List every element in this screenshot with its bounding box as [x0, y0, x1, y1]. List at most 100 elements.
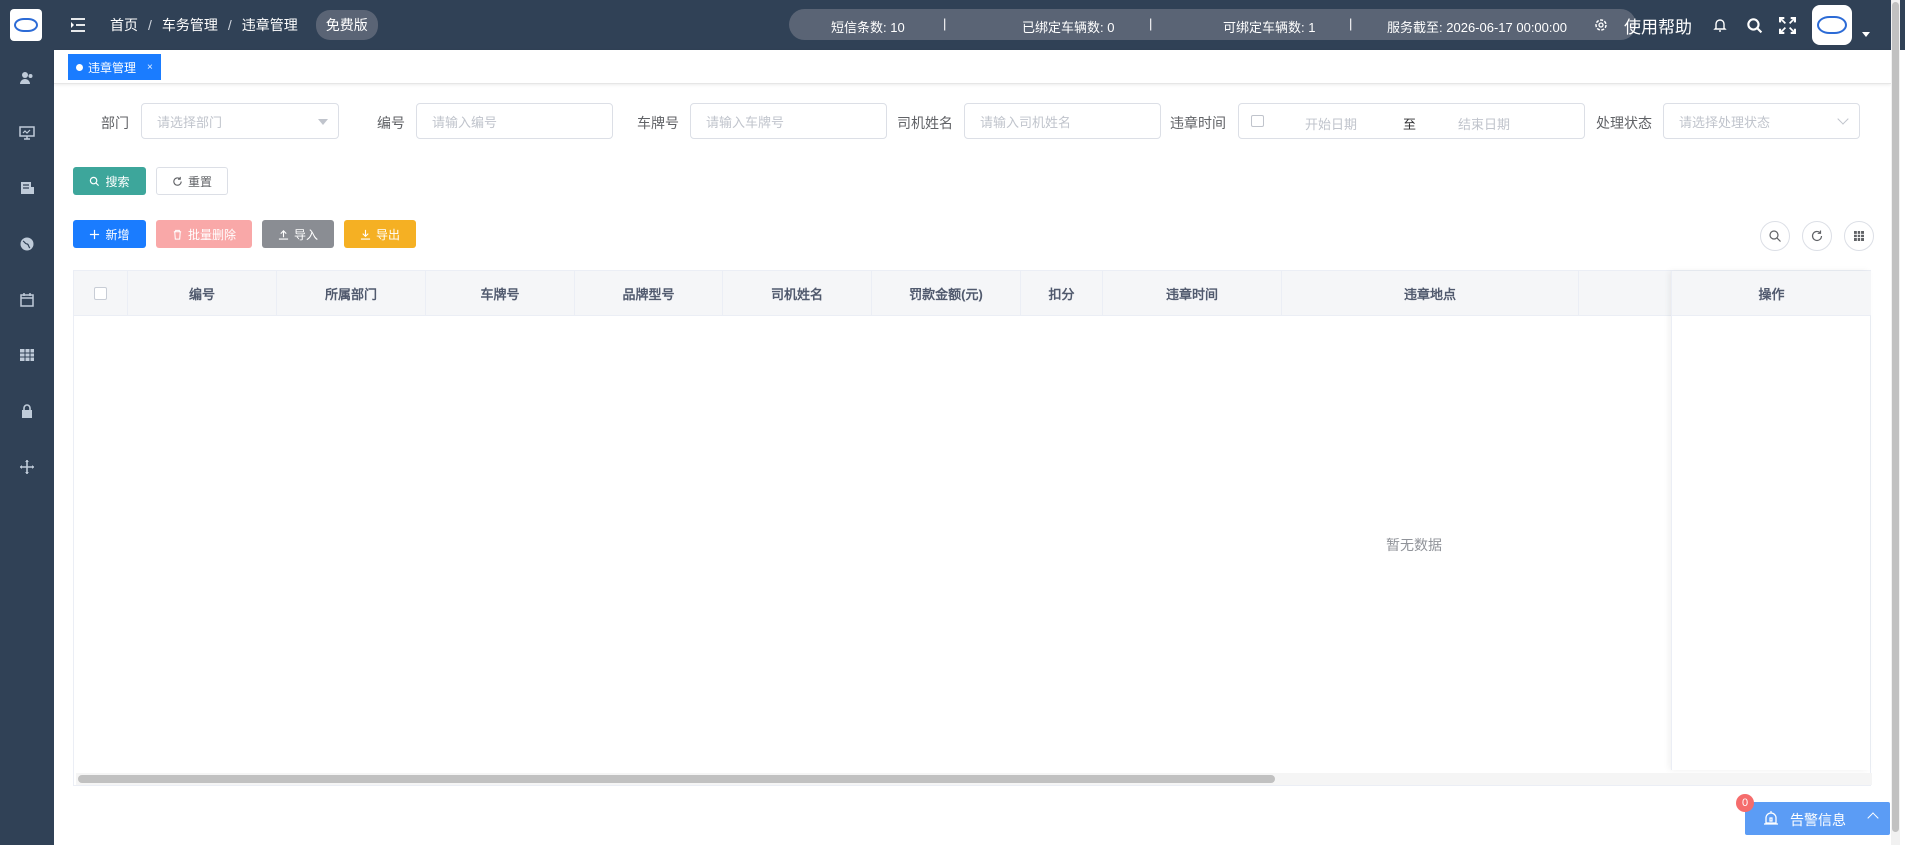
driver-input[interactable]: 请输入司机姓名 [964, 103, 1161, 139]
grid-icon [1854, 231, 1864, 241]
bound-vehicles-value: 0 [1107, 20, 1115, 35]
violation-date-range[interactable]: 开始日期 至 结束日期 [1238, 103, 1585, 139]
batch-delete-button[interactable]: 批量删除 [156, 220, 252, 248]
breadcrumb-separator: / [148, 17, 152, 33]
columns-button[interactable] [1844, 221, 1874, 251]
bindable-vehicles: 可绑定车辆数: 1 [1223, 17, 1315, 36]
search-icon [90, 176, 100, 186]
trash-icon [173, 229, 182, 240]
code-input[interactable]: 请输入编号 [416, 103, 613, 139]
column-header[interactable]: 司机姓名 [723, 271, 872, 316]
import-button[interactable]: 导入 [262, 220, 334, 248]
tag-label: 违章管理 [88, 60, 137, 75]
stats-separator: | [1149, 16, 1153, 31]
dept-select[interactable]: 请选择部门 [141, 103, 339, 139]
caret-down-icon [318, 119, 328, 125]
service-expiry: 服务截至: 2026-06-17 00:00:00 [1387, 17, 1567, 36]
doc-icon[interactable] [17, 178, 37, 198]
refresh-icon [173, 176, 182, 186]
driver-placeholder: 请输入司机姓名 [980, 114, 1072, 130]
bindable-vehicles-value: 1 [1308, 20, 1316, 35]
column-header[interactable]: 车牌号 [426, 271, 575, 316]
dept-label: 部门 [101, 115, 129, 131]
end-date-placeholder[interactable]: 结束日期 [1458, 114, 1510, 133]
user-menu-caret-icon[interactable] [1862, 32, 1870, 37]
search-icon[interactable] [1743, 14, 1765, 36]
move-icon[interactable] [17, 457, 37, 477]
calendar-icon [1251, 115, 1264, 127]
export-button-label: 导出 [375, 227, 400, 242]
hamburger-icon[interactable] [68, 15, 88, 35]
app-logo[interactable] [10, 9, 42, 41]
scrollbar-thumb[interactable] [1892, 2, 1899, 832]
bell-icon[interactable] [1709, 14, 1731, 36]
breadcrumb-home[interactable]: 首页 [110, 15, 138, 35]
globe-icon[interactable] [17, 234, 37, 254]
bindable-vehicles-label: 可绑定车辆数: [1223, 20, 1305, 35]
scrollbar-thumb[interactable] [78, 775, 1275, 783]
search-icon [1769, 230, 1781, 242]
column-header[interactable]: 违章时间 [1103, 271, 1282, 316]
user-icon[interactable] [17, 68, 37, 88]
reset-button-label: 重置 [187, 174, 212, 189]
toggle-search-button[interactable] [1760, 221, 1790, 251]
monitor-icon[interactable] [17, 123, 37, 143]
tag-violation-mgmt[interactable]: 违章管理 × [68, 54, 161, 80]
column-header[interactable]: 违章地点 [1282, 271, 1579, 316]
avatar[interactable] [1812, 5, 1852, 45]
stats-separator: | [943, 16, 947, 31]
help-link[interactable]: 使用帮助 [1624, 13, 1692, 38]
breadcrumb-separator: / [227, 17, 232, 33]
table-icon[interactable] [17, 345, 37, 365]
vertical-scrollbar[interactable] [1891, 0, 1900, 845]
reset-button[interactable]: 重置 [156, 167, 228, 195]
add-button[interactable]: 新增 [73, 220, 146, 248]
start-date-placeholder[interactable]: 开始日期 [1305, 114, 1357, 133]
status-placeholder: 请选择处理状态 [1679, 114, 1771, 130]
close-icon[interactable]: × [147, 62, 153, 73]
chevron-up-icon[interactable] [1867, 812, 1879, 824]
status-label: 处理状态 [1596, 115, 1652, 131]
refresh-icon [1811, 230, 1823, 242]
lock-icon[interactable] [17, 401, 37, 421]
horizontal-scrollbar[interactable] [76, 773, 1872, 785]
search-button-label: 搜索 [105, 174, 130, 189]
column-header[interactable]: 编号 [128, 271, 277, 316]
bound-vehicles-label: 已绑定车辆数: [1022, 20, 1104, 35]
sms-count-label: 短信条数: [831, 20, 887, 35]
upload-icon [278, 229, 289, 240]
action-column-header: 操作 [1672, 271, 1871, 316]
alarm-label: 告警信息 [1790, 812, 1846, 828]
sms-count-value: 10 [890, 20, 905, 35]
alarm-count-badge: 0 [1736, 794, 1754, 812]
breadcrumb-vehicle-affairs[interactable]: 车务管理 [162, 15, 218, 35]
range-separator: 至 [1403, 117, 1417, 132]
account-stats-bar: 短信条数: 10 | 已绑定车辆数: 0 | 可绑定车辆数: 1 | 服务截至:… [789, 9, 1636, 40]
breadcrumb-violation-mgmt: 违章管理 [241, 17, 298, 33]
code-placeholder: 请输入编号 [432, 114, 498, 130]
column-header[interactable]: 罚款金额(元) [872, 271, 1021, 316]
gear-icon[interactable] [1590, 14, 1612, 36]
plan-badge: 免费版 [315, 10, 378, 40]
column-header[interactable]: 所属部门 [277, 271, 426, 316]
violation-time-label: 违章时间 [1170, 115, 1226, 131]
service-expiry-value: 2026-06-17 00:00:00 [1446, 20, 1567, 35]
search-button[interactable]: 搜索 [73, 167, 146, 195]
column-header[interactable]: 品牌型号 [575, 271, 723, 316]
export-button[interactable]: 导出 [344, 220, 416, 248]
add-button-label: 新增 [105, 227, 130, 242]
column-header[interactable]: 扣分 [1021, 271, 1103, 316]
logo-mark [14, 18, 38, 32]
plate-input[interactable]: 请输入车牌号 [690, 103, 887, 139]
refresh-button[interactable] [1802, 221, 1832, 251]
fullscreen-icon[interactable] [1776, 14, 1798, 36]
violation-table: 编号 所属部门 车牌号 品牌型号 司机姓名 罚款金额(元) 扣分 违章时间 违章… [73, 270, 1872, 786]
stats-separator: | [1349, 16, 1353, 31]
alarm-panel[interactable]: 告警信息 [1745, 802, 1890, 835]
calendar-icon[interactable] [17, 290, 37, 310]
select-all-checkbox[interactable] [94, 287, 107, 300]
top-navbar: 首页 / 车务管理 / 违章管理 免费版 短信条数: 10 | 已绑定车辆数: … [54, 0, 1905, 50]
code-label: 编号 [377, 115, 405, 131]
sms-count: 短信条数: 10 [831, 17, 905, 36]
status-select[interactable]: 请选择处理状态 [1663, 103, 1860, 139]
